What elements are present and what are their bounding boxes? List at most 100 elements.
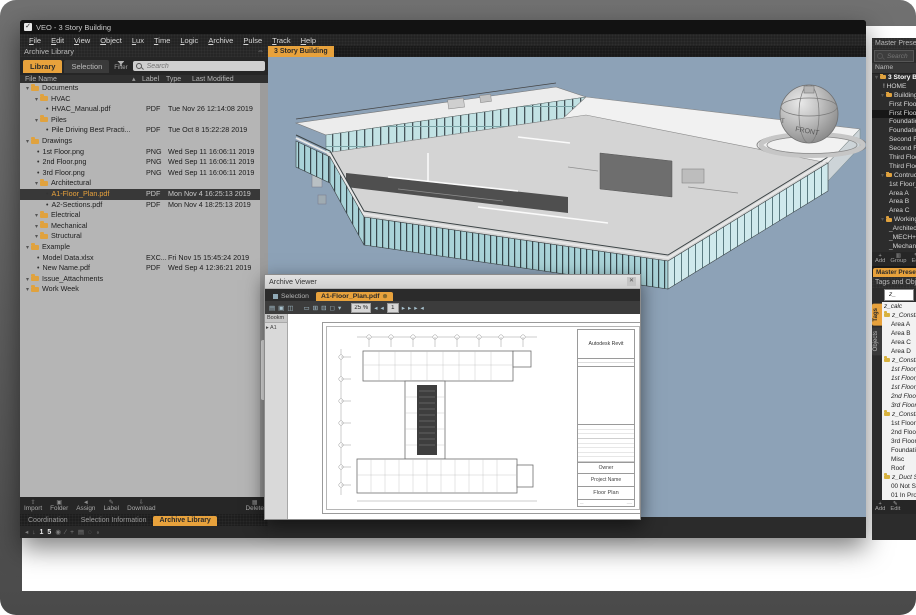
menu-archive[interactable]: Archive (203, 36, 238, 45)
file-row[interactable]: •3rd Floor.pngPNGWed Sep 11 16:06:11 201… (20, 168, 260, 179)
download-button[interactable]: ⇩Download (127, 500, 155, 512)
preset-item[interactable]: _Architectural (872, 225, 916, 234)
file-row[interactable]: ▾Drawings (20, 136, 260, 147)
viewer-tool-a1[interactable]: ▣ (278, 304, 284, 312)
edit-button[interactable]: ✎Edit (911, 254, 916, 264)
file-row[interactable]: •2nd Floor.pngPNGWed Sep 11 16:06:11 201… (20, 157, 260, 168)
tags-add-button[interactable]: +Add (875, 502, 885, 512)
expand-caret-icon[interactable]: ▾ (35, 118, 38, 124)
tag-item[interactable]: z_Construction (882, 410, 916, 419)
tag-item[interactable]: 3rd Floor_ (882, 401, 916, 410)
preset-item[interactable]: Foundation (872, 118, 916, 127)
preset-item[interactable]: Second Floo (872, 136, 916, 145)
delete-button[interactable]: ▦Delete (246, 500, 264, 512)
menu-view[interactable]: View (69, 36, 95, 45)
tag-item[interactable]: 01 In Prog (882, 491, 916, 500)
file-row[interactable]: ▾HVAC (20, 94, 260, 105)
dock-icon[interactable]: ⇔ (257, 46, 264, 57)
preset-item[interactable]: _MECH+STR (872, 234, 916, 243)
preset-item[interactable]: ▾Contruction (872, 172, 916, 181)
navigation-sphere[interactable]: FRONT T (780, 85, 838, 143)
viewer-tool-a2[interactable]: ◫ (287, 304, 293, 312)
viewer-titlebar[interactable]: Archive Viewer ✕ (265, 275, 640, 289)
page-field[interactable] (387, 303, 399, 313)
menu-help[interactable]: Help (296, 36, 321, 45)
menu-edit[interactable]: Edit (46, 36, 69, 45)
status-slash-icon[interactable]: ∕ (65, 529, 66, 536)
add-button[interactable]: +Add (875, 254, 885, 264)
page-fwd-1[interactable]: ▸ (408, 304, 411, 312)
viewer-close-button[interactable]: ✕ (627, 277, 636, 286)
preset-item[interactable]: Area B (872, 198, 916, 207)
file-row[interactable]: ▾Issue_Attachments (20, 274, 260, 285)
status-grid-icon[interactable]: ▤ (78, 528, 84, 536)
viewer-tool-b0[interactable]: ▭ (303, 304, 309, 312)
page-back-1[interactable]: ◂ (380, 304, 383, 312)
file-row[interactable]: ▾Documents (20, 83, 260, 94)
tags-search-input[interactable] (887, 290, 911, 299)
preset-item[interactable]: Second Floo (872, 145, 916, 154)
preset-item[interactable]: First Floor - (872, 110, 916, 119)
preset-item[interactable]: Third Floor (872, 154, 916, 163)
vtab-objects[interactable]: Objects (872, 327, 882, 355)
preset-item[interactable]: ! HOME (872, 83, 916, 92)
viewer-tool-b4[interactable]: ▾ (338, 304, 341, 312)
tag-item[interactable]: z_Duct Stat (882, 473, 916, 482)
page-back-0[interactable]: ◂ (374, 304, 377, 312)
bookmarks-tab[interactable]: Bookm (265, 314, 287, 323)
tag-item[interactable]: 2nd Floor (882, 428, 916, 437)
tag-item[interactable]: 1st Floor_A (882, 374, 916, 383)
tag-item[interactable]: 3rd Floor (882, 437, 916, 446)
expand-caret-icon[interactable]: ▾ (35, 97, 38, 103)
expand-caret-icon[interactable]: ▾ (26, 245, 29, 251)
viewer-tool-b2[interactable]: ⊟ (321, 304, 326, 312)
tag-item[interactable]: z_calc (882, 302, 916, 311)
pdf-canvas[interactable]: Autodesk Revit Owner Project Name Floor … (288, 314, 640, 519)
tab-close-icon[interactable]: ⊗ (383, 293, 388, 300)
file-row[interactable]: ▾Structural (20, 231, 260, 242)
menu-logic[interactable]: Logic (175, 36, 203, 45)
file-row[interactable]: ▾Piles (20, 115, 260, 126)
tab-selection[interactable]: Selection (64, 60, 109, 73)
expand-caret-icon[interactable]: ▾ (35, 224, 38, 230)
library-search-input[interactable] (145, 62, 262, 71)
viewer-tool-b3[interactable]: ◻ (330, 304, 335, 312)
presets-name-column[interactable]: Name (872, 63, 916, 74)
tag-item[interactable]: z_Construction (882, 311, 916, 320)
expand-caret-icon[interactable]: ▾ (35, 213, 38, 219)
status-step-back-icon[interactable]: ◂ (25, 528, 28, 536)
menu-track[interactable]: Track (267, 36, 295, 45)
viewer-tool-b1[interactable]: ⊞ (313, 304, 318, 312)
preset-item[interactable]: _Mechanica (872, 243, 916, 252)
status-circle-icon[interactable]: ◌ (88, 529, 92, 536)
import-button[interactable]: ⇧Import (24, 500, 42, 512)
tag-item[interactable]: Area A (882, 320, 916, 329)
tag-item[interactable]: Foundatio (882, 446, 916, 455)
label-button[interactable]: ✎Label (103, 500, 119, 512)
menu-lux[interactable]: Lux (127, 36, 149, 45)
file-row[interactable]: •HVAC_Manual.pdfPDFTue Nov 26 12:14:08 2… (20, 104, 260, 115)
status-dot-icon[interactable]: ∘ (96, 528, 100, 536)
tag-item[interactable]: Roof (882, 464, 916, 473)
preset-item[interactable]: Foundation (872, 127, 916, 136)
assign-button[interactable]: ◄Assign (76, 500, 95, 512)
viewer-tab-selection[interactable]: Selection (268, 292, 314, 301)
expand-caret-icon[interactable]: ▾ (26, 287, 29, 293)
expand-caret-icon[interactable]: ▾ (26, 139, 29, 145)
menu-pulse[interactable]: Pulse (238, 36, 267, 45)
status-target-icon[interactable]: ◉ (55, 528, 61, 536)
tag-item[interactable]: 1st Floor_A (882, 365, 916, 374)
bottom-tab-archive-library[interactable]: Archive Library (153, 516, 216, 526)
viewer-tab-floor-plan[interactable]: A1-Floor_Plan.pdf ⊗ (316, 292, 393, 301)
preset-item[interactable]: ▾Building Elem (872, 92, 916, 101)
tag-item[interactable]: 2nd Floor_ (882, 392, 916, 401)
tag-item[interactable]: 1st Floor (882, 419, 916, 428)
preset-item[interactable]: First Floor (872, 101, 916, 110)
group-button[interactable]: ▥Group (890, 254, 906, 264)
tab-master-presets[interactable]: Master Presets (873, 268, 916, 277)
file-row[interactable]: •A1-Floor_Plan.pdfPDFMon Nov 4 16:25:13 … (20, 189, 260, 200)
tag-item[interactable]: 00 Not Sta (882, 482, 916, 491)
tag-item[interactable]: Area D (882, 347, 916, 356)
filter-button[interactable]: Filter (114, 61, 127, 71)
status-5-icon[interactable]: 5 (47, 529, 51, 536)
